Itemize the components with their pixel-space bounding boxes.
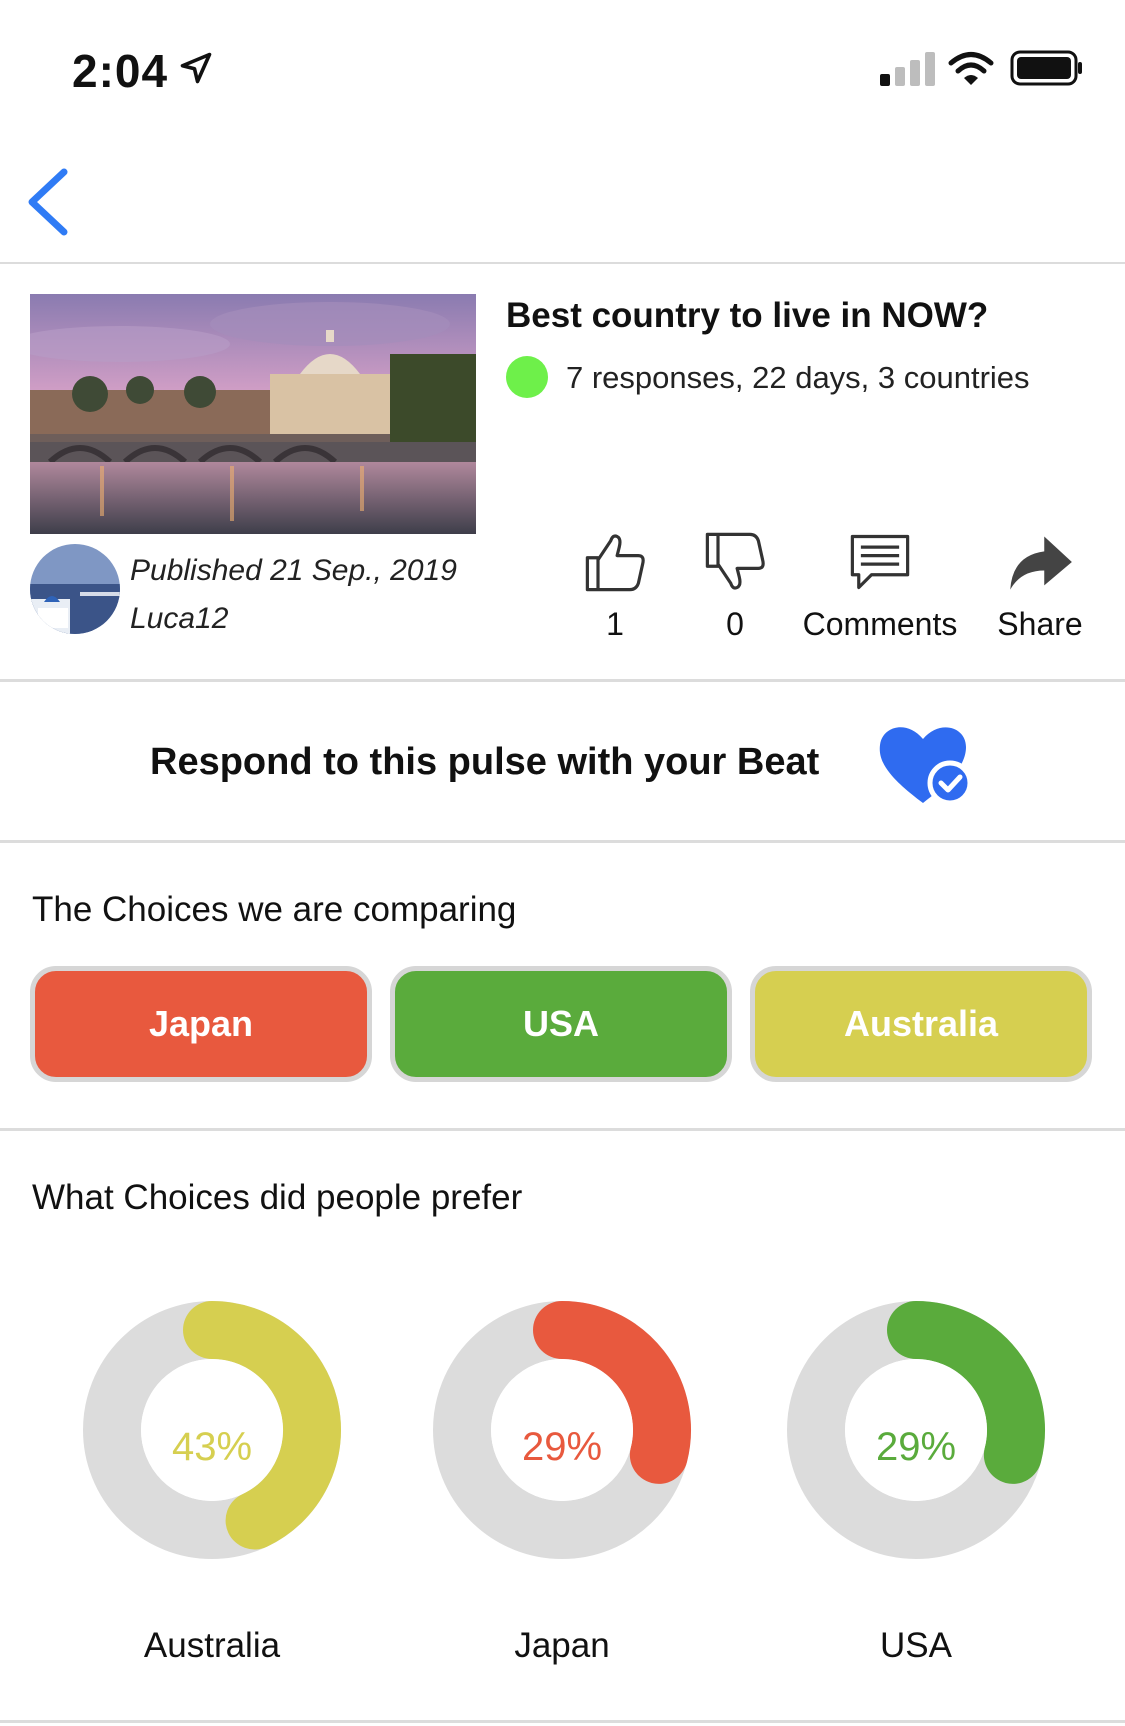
result-label-usa: USA [880, 1626, 952, 1665]
respond-banner[interactable]: Respond to this pulse with your Beat [0, 685, 1125, 843]
respond-text: Respond to this pulse with your Beat [150, 741, 820, 783]
back-chevron-icon[interactable] [20, 162, 80, 242]
post-title: Best country to live in NOW? [506, 296, 989, 335]
status-time: 2:04 [72, 45, 169, 97]
thumbs-up-icon [585, 534, 645, 592]
cellular-signal-icon [880, 52, 935, 86]
choice-usa-button[interactable]: USA [390, 966, 732, 1082]
choices-section: The Choices we are comparing Japan USA A… [0, 846, 1125, 1131]
share-label: Share [997, 606, 1083, 642]
post-cover-image[interactable] [30, 294, 476, 534]
percent-label-australia: 43% [171, 1425, 253, 1469]
dislike-button[interactable]: 0 [690, 528, 780, 643]
author-name[interactable]: Luca12 [130, 602, 228, 636]
comments-label: Comments [802, 606, 958, 642]
share-arrow-icon [1010, 536, 1072, 590]
location-arrow-icon [180, 52, 212, 84]
results-section: What Choices did people prefer 43% 29% 2… [0, 1134, 1125, 1726]
divider [0, 1720, 1125, 1723]
dislike-count: 0 [726, 606, 744, 642]
heart-check-icon[interactable] [878, 721, 978, 811]
app-screen: 2:04 Best country to live in NOW? 7 resp… [0, 0, 1125, 1726]
published-date: Published 21 Sep., 2019 [130, 554, 457, 587]
percent-label-usa: 29% [875, 1425, 957, 1469]
comment-bubble-icon [850, 534, 910, 590]
nav-bar [0, 140, 1125, 264]
share-button[interactable]: Share [975, 528, 1105, 643]
result-label-japan: Japan [514, 1626, 610, 1665]
post-header: Best country to live in NOW? 7 responses… [0, 266, 1125, 682]
percent-label-japan: 29% [521, 1425, 603, 1469]
status-dot-icon [506, 356, 548, 398]
comments-button[interactable]: Comments [790, 528, 970, 643]
like-button[interactable]: 1 [570, 528, 660, 643]
battery-icon [1010, 50, 1082, 86]
result-label-australia: Australia [143, 1626, 281, 1665]
like-count: 1 [606, 606, 624, 642]
choices-title: The Choices we are comparing [32, 890, 517, 929]
author-avatar[interactable] [30, 544, 120, 634]
post-meta: 7 responses, 22 days, 3 countries [566, 360, 1030, 395]
wifi-icon [948, 52, 994, 85]
status-bar: 2:04 [0, 0, 1125, 140]
choice-australia-button[interactable]: Australia [750, 966, 1092, 1082]
results-title: What Choices did people prefer [32, 1178, 523, 1217]
choice-japan-button[interactable]: Japan [30, 966, 372, 1082]
thumbs-down-icon [705, 532, 765, 590]
